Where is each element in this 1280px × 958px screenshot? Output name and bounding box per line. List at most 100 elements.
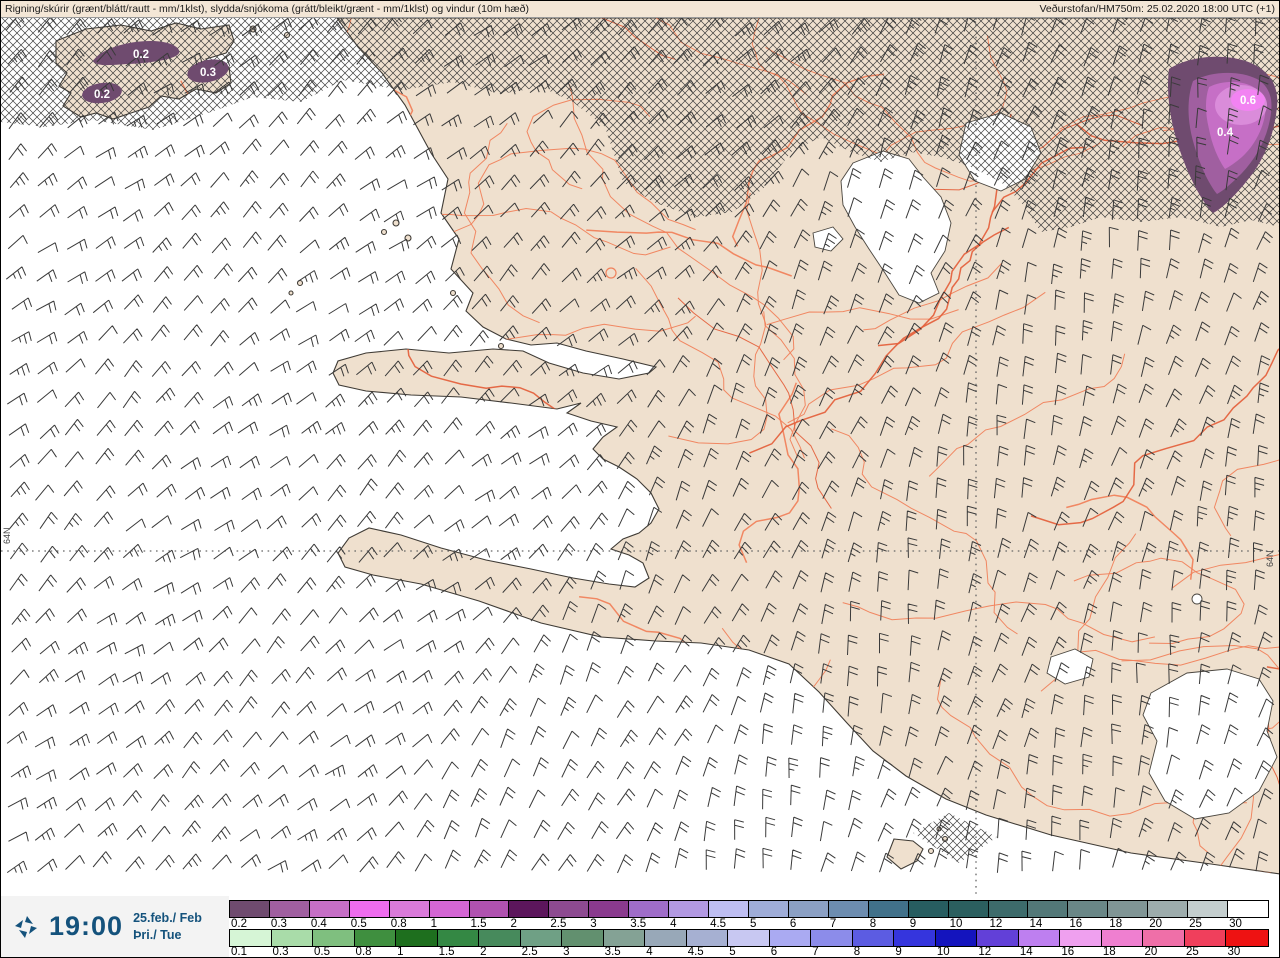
forecast-date-bottom: Þri./ Tue	[133, 927, 182, 942]
rain-scale-cell	[396, 930, 438, 946]
rain-scale-band	[229, 929, 1269, 947]
rain-scale-cell	[645, 930, 687, 946]
islet	[288, 290, 294, 296]
rain-scale-cell	[935, 930, 978, 946]
rain-scale-cell	[271, 930, 314, 946]
precip-label: 0.4	[1217, 127, 1234, 139]
sleet-scale-cell	[629, 901, 670, 917]
precip-label: 0.2	[94, 89, 110, 101]
rain-scale-tick-label: 0.5	[314, 946, 331, 958]
rain-scale-cell	[437, 930, 480, 946]
rain-scale-tick-label: 10	[936, 946, 950, 958]
rain-scale-cell	[977, 930, 1019, 946]
rain-scale-cell	[479, 930, 521, 946]
rain-scale-cell	[1101, 930, 1144, 946]
sleet-scale-cell	[1148, 901, 1189, 917]
rain-scale-cell	[1226, 930, 1268, 946]
rain-scale-cell	[313, 930, 355, 946]
islet	[380, 228, 388, 236]
islet	[497, 342, 505, 350]
rain-scale-tick-label: 6	[770, 946, 778, 958]
sleet-scale-cell	[828, 901, 869, 917]
sleet-scale-cell	[269, 901, 310, 917]
rain-scale-cell	[894, 930, 936, 946]
sleet-scale-cell	[1188, 901, 1229, 917]
rain-scale-tick-label: 18	[1102, 946, 1116, 958]
rain-scale-cell	[1143, 930, 1185, 946]
rain-scale-tick-label: 3	[563, 946, 570, 958]
forecast-map: 0.2 0.3 0.2 0.6 0.4 64N 64N	[1, 18, 1279, 896]
sleet-scale-cell	[509, 901, 550, 917]
rain-scale-cell	[562, 930, 604, 946]
rain-scale-cell	[520, 930, 563, 946]
precip-label: 0.2	[133, 49, 149, 61]
legend-bar: 19:00 25.feb./ Feb Þri./ Tue 0.2 0.3 0.4 0.…	[1, 896, 1279, 957]
title-bar: Rigning/skúrir (grænt/blátt/rautt - mm/1…	[1, 1, 1279, 18]
rain-scale-cell	[811, 930, 853, 946]
sleet-scale-labels: 0.2 0.3 0.4 0.5 0.8 1 1.5 2 2.5 3 3.5 4 4.5 5 6 7 8 9 10 12…	[229, 918, 1279, 930]
rain-scale-tick-label: 7	[812, 946, 819, 958]
rain-scale-tick-label: 3.5	[604, 946, 621, 958]
sleet-scale-cell	[868, 901, 909, 917]
map-legend-title: Rigning/skúrir (grænt/blátt/rautt - mm/1…	[5, 3, 530, 15]
model-run-info: Veðurstofan/HM750m: 25.02.2020 18:00 UTC…	[1039, 3, 1275, 15]
rain-scale-tick-label: 9	[895, 946, 902, 958]
rain-scale-tick-label: 5	[729, 946, 736, 958]
sleet-scale-cell	[669, 901, 710, 917]
rain-scale-cell	[603, 930, 646, 946]
islet	[449, 289, 457, 297]
forecast-date-top: 25.feb./ Feb	[133, 911, 202, 926]
rain-scale-tick-label: 2	[480, 946, 487, 958]
forecast-time: 19:00	[49, 911, 124, 941]
sleet-scale-cell	[230, 901, 270, 917]
rain-scale-tick-label: 1.5	[438, 946, 455, 958]
rain-scale-tick-label: 4	[646, 946, 653, 958]
rain-scale-tick-label: 12	[978, 946, 992, 958]
weather-map-app: Rigning/skúrir (grænt/blátt/rautt - mm/1…	[0, 0, 1280, 958]
rain-scale-tick-label: 0.3	[272, 946, 289, 958]
rain-scale-tick-label: 4.5	[687, 946, 704, 958]
rain-scale-cell	[1184, 930, 1227, 946]
rain-scale-cell	[769, 930, 812, 946]
rain-scale-labels: 0.1 0.3 0.5 0.8 1 1.5 2 2.5 3 3.5 4 4.5 5 6 7 8 9 10 12 14 1…	[229, 946, 1279, 958]
sleet-scale-cell	[1228, 901, 1268, 917]
sleet-scale-cell	[349, 901, 390, 917]
sleet-scale-cell	[429, 901, 470, 917]
sleet-scale-cell	[589, 901, 630, 917]
sleet-scale-cell	[1108, 901, 1149, 917]
islet	[927, 847, 935, 855]
sleet-scale-cell	[948, 901, 989, 917]
sleet-scale-cell	[1068, 901, 1109, 917]
rain-scale-tick-label: 0.1	[231, 946, 247, 958]
rain-scale-tick-label: 0.8	[355, 946, 372, 958]
rain-scale-tick-label: 25	[1185, 946, 1199, 958]
time-panel: 19:00 25.feb./ Feb Þri./ Tue	[1, 896, 229, 957]
sleet-scale-cell	[908, 901, 949, 917]
rain-scale-tick-label: 14	[1019, 946, 1033, 958]
rain-scale-cell	[1018, 930, 1061, 946]
map-area: 0.2 0.3 0.2 0.6 0.4 64N 64N	[1, 18, 1279, 896]
sleet-scale-cell	[469, 901, 510, 917]
sleet-scale-band	[229, 900, 1269, 918]
rain-scale-cell	[1060, 930, 1102, 946]
sleet-scale-cell	[309, 901, 350, 917]
rain-scale-cell	[852, 930, 895, 946]
rain-scale-cell	[230, 930, 272, 946]
sleet-scale-cell	[988, 901, 1029, 917]
lat-label-left: 64N	[2, 527, 12, 544]
sleet-scale-cell	[1028, 901, 1069, 917]
rain-scale-tick-label: 1	[397, 946, 404, 958]
rain-scale-cell	[354, 930, 397, 946]
precip-label: 0.3	[200, 67, 216, 79]
rain-scale-tick-label: 30	[1227, 946, 1241, 958]
sleet-scale-cell	[389, 901, 430, 917]
sleet-scale-cell	[709, 901, 749, 917]
sleet-scale-cell	[748, 901, 789, 917]
rain-scale-tick-label: 20	[1144, 946, 1158, 958]
forecast-date: 25.feb./ Feb Þri./ Tue	[133, 910, 202, 943]
lat-label-right: 64N	[1265, 550, 1275, 567]
sleet-scale-cell	[788, 901, 829, 917]
sleet-scale-cell	[549, 901, 590, 917]
precip-label: 0.6	[1240, 95, 1256, 107]
met-office-logo-icon	[15, 915, 37, 938]
